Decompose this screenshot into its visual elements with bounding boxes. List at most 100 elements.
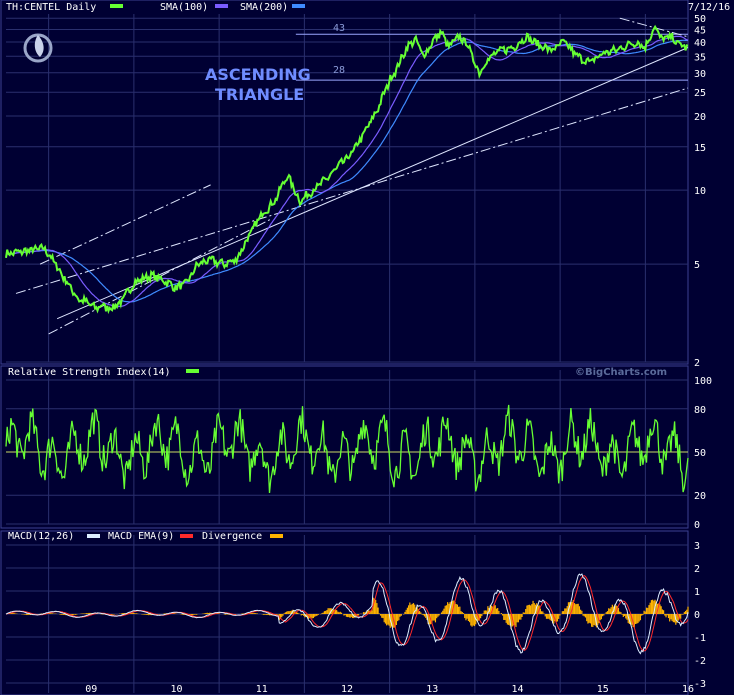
divergence-bar: [264, 614, 266, 615]
divergence-bar: [122, 613, 124, 614]
divergence-bar: [504, 614, 506, 621]
macd-y-tick: -2: [694, 656, 706, 667]
divergence-bar: [194, 614, 196, 615]
divergence-bar: [530, 605, 532, 614]
divergence-bar: [422, 614, 424, 616]
divergence-bar: [133, 613, 135, 614]
divergence-bar: [50, 613, 52, 614]
macd-legend-swatch: [87, 534, 100, 538]
divergence-bar: [76, 614, 78, 615]
divergence-bar: [399, 614, 401, 617]
macd-y-tick: -3: [694, 679, 706, 690]
divergence-bar: [383, 614, 385, 623]
divergence-bar: [433, 614, 435, 621]
price-y-tick: 40: [694, 38, 706, 49]
divergence-bar: [610, 607, 612, 614]
divergence-bar: [336, 610, 338, 614]
divergence-bar: [575, 604, 577, 614]
x-tick-label: 15: [597, 684, 609, 695]
macd-y-tick: 2: [694, 564, 700, 575]
price-y-tick: 2: [694, 358, 700, 369]
divergence-bar: [409, 602, 411, 614]
divergence-bar: [72, 614, 74, 616]
divergence-bar: [281, 614, 283, 618]
divergence-bar: [322, 612, 324, 614]
divergence-bar: [617, 607, 620, 614]
divergence-bar: [251, 613, 254, 614]
divergence-bar: [344, 614, 346, 616]
divergence-bar: [516, 614, 518, 623]
divergence-bar: [501, 614, 504, 616]
divergence-bar: [533, 603, 535, 614]
divergence-bar: [644, 611, 646, 614]
divergence-bar: [565, 608, 567, 614]
price-y-tick: 15: [694, 143, 706, 154]
divergence-bar: [684, 610, 687, 614]
divergence-bar: [443, 608, 445, 614]
divergence-bar: [637, 614, 639, 624]
divergence-bar: [649, 602, 651, 614]
divergence-bar: [83, 613, 85, 614]
sma200-legend: SMA(200): [240, 2, 288, 13]
divergence-bar: [558, 614, 560, 619]
divergence-bar: [556, 614, 559, 622]
divergence-bar: [436, 614, 438, 619]
divergence-bar: [421, 614, 423, 615]
rsi-y-tick: 80: [694, 405, 706, 416]
divergence-bar: [408, 605, 410, 614]
divergence-bar: [681, 614, 683, 615]
divergence-bar: [577, 603, 579, 614]
divergence-legend: Divergence: [202, 531, 262, 542]
divergence-bar: [527, 604, 529, 614]
divergence-bar: [395, 614, 398, 626]
price-y-tick: 45: [694, 25, 706, 36]
divergence-bar: [132, 612, 134, 614]
sma100-legend-swatch: [215, 4, 228, 8]
divergence-bar: [580, 609, 582, 614]
divergence-bar: [482, 613, 484, 614]
divergence-bar: [445, 605, 448, 614]
support-level-label: 28: [333, 65, 345, 76]
divergence-bar: [371, 610, 373, 614]
divergence-bar: [603, 614, 605, 616]
divergence-bar: [547, 614, 549, 619]
divergence-bar: [357, 614, 360, 616]
divergence-bar: [601, 614, 604, 617]
divergence-bar: [472, 614, 474, 626]
divergence-bar: [339, 611, 341, 614]
divergence-bar: [287, 611, 289, 614]
divergence-bar: [343, 614, 345, 616]
divergence-bar: [528, 604, 530, 614]
divergence-bar: [484, 610, 487, 614]
divergence-bar: [591, 614, 593, 627]
price-y-tick: 10: [694, 186, 706, 197]
divergence-bar: [310, 614, 312, 618]
divergence-bar: [23, 614, 25, 615]
divergence-bar: [442, 610, 444, 614]
divergence-bar: [15, 613, 17, 614]
divergence-bar: [461, 611, 463, 614]
divergence-bar: [503, 614, 505, 620]
divergence-bar: [471, 614, 473, 627]
divergence-bar: [400, 614, 402, 616]
divergence-bar: [296, 612, 299, 614]
divergence-bar: [121, 613, 123, 614]
divergence-bar: [620, 612, 622, 614]
divergence-bar: [404, 611, 406, 614]
divergence-bar: [479, 614, 482, 619]
divergence-bar: [539, 608, 541, 614]
divergence-bar: [362, 612, 365, 614]
stock-chart: TH:CENTEL Daily SMA(100) SMA(200) 7/12/1…: [0, 0, 734, 695]
divergence-bar: [642, 614, 644, 616]
divergence-bar: [584, 614, 587, 618]
divergence-bar: [465, 614, 467, 621]
divergence-bar: [192, 614, 194, 616]
divergence-bar: [376, 603, 378, 614]
divergence-bar: [526, 605, 528, 614]
divergence-bar: [410, 604, 412, 614]
divergence-bar: [135, 613, 138, 614]
rsi-y-tick: 20: [694, 491, 706, 502]
price-y-tick: 50: [694, 14, 706, 25]
divergence-bar: [456, 604, 459, 614]
divergence-bar: [266, 614, 268, 616]
